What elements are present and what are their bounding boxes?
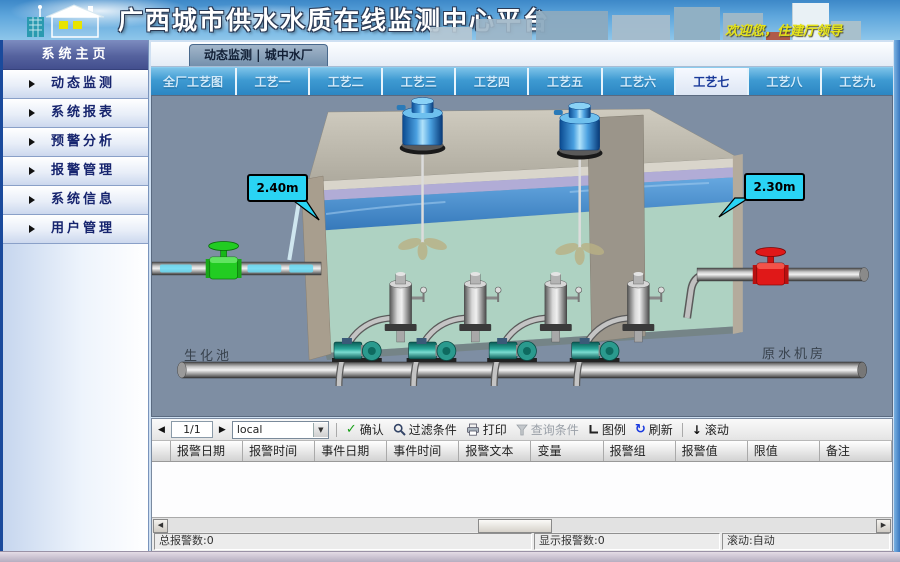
scrollbar-thumb[interactable] (478, 519, 552, 533)
process-tab-4[interactable]: 工艺四 (456, 68, 529, 95)
chevron-down-icon[interactable]: ▼ (313, 423, 328, 437)
column-limit-value[interactable]: 限值 (748, 441, 820, 461)
sidebar-home[interactable]: 系统主页 (3, 40, 148, 70)
process-tab-3[interactable]: 工艺三 (383, 68, 456, 95)
magnifier-icon (393, 423, 406, 436)
prev-page-button[interactable]: ◀ (157, 425, 166, 435)
status-shown-alarms: 显示报警数:0 (534, 533, 720, 550)
process-tab-overview[interactable]: 全厂工艺图 (151, 68, 237, 95)
refresh-button[interactable]: ↻ 刷新 (633, 421, 675, 438)
horizontal-scrollbar[interactable]: ◀ ▶ (152, 517, 892, 532)
legend-icon (588, 424, 599, 435)
column-event-time[interactable]: 事件时间 (387, 441, 459, 461)
arrow-right-icon (29, 109, 35, 117)
scroll-button[interactable]: ↓ 滚动 (690, 421, 731, 438)
sidebar-item-warning-analysis[interactable]: 预警分析 (3, 128, 148, 157)
process-tabbar: 全厂工艺图 工艺一 工艺二 工艺三 工艺四 工艺五 工艺六 工艺七 工艺八 工艺… (151, 67, 893, 95)
filter-conditions-button[interactable]: 过滤条件 (391, 421, 459, 438)
printer-icon (466, 423, 480, 436)
column-variable[interactable]: 变量 (531, 441, 603, 461)
alarm-panel: ◀ 1/1 ▶ local ▼ ✓ 确认 过滤条件 (151, 418, 893, 552)
arrow-right-icon (29, 225, 35, 233)
check-icon: ✓ (346, 422, 357, 437)
scada-scene[interactable] (152, 96, 892, 416)
app-window: 广西城市供水水质在线监测中心平台 欢迎您，住建厅领导 系统主页 动态监测 系统报… (0, 0, 900, 562)
funnel-icon (516, 424, 528, 436)
print-button[interactable]: 打印 (464, 421, 509, 438)
column-alarm-value[interactable]: 报警值 (676, 441, 748, 461)
arrow-down-icon: ↓ (692, 423, 702, 437)
biochemical-tanks (289, 109, 743, 360)
acknowledge-button[interactable]: ✓ 确认 (344, 421, 386, 438)
sidebar-item-system-reports[interactable]: 系统报表 (3, 99, 148, 128)
row-selector-column (152, 441, 171, 461)
refresh-icon: ↻ (635, 422, 646, 437)
alarm-table-body[interactable] (152, 462, 892, 517)
status-scroll-mode: 滚动:自动 (722, 533, 890, 550)
process-tab-5[interactable]: 工艺五 (529, 68, 602, 95)
process-tab-1[interactable]: 工艺一 (237, 68, 310, 95)
window-bottom-border (0, 551, 900, 562)
column-alarm-time[interactable]: 报警时间 (243, 441, 315, 461)
label-biochemical-pool: 生化池 (184, 345, 232, 364)
sidebar-item-system-info[interactable]: 系统信息 (3, 186, 148, 215)
next-page-button[interactable]: ▶ (218, 425, 227, 435)
query-conditions-button[interactable]: 查询条件 (514, 421, 581, 438)
process-tab-6[interactable]: 工艺六 (603, 68, 676, 95)
scada-view: 2.40m 2.30m 生化池 原水机房 (151, 95, 893, 417)
label-raw-water-room: 原水机房 (762, 343, 826, 362)
scroll-left-button[interactable]: ◀ (153, 519, 168, 533)
alarm-source-value: local (233, 423, 313, 436)
welcome-text: 欢迎您，住建厅领导 (725, 20, 842, 39)
column-alarm-date[interactable]: 报警日期 (171, 441, 243, 461)
alarm-toolbar: ◀ 1/1 ▶ local ▼ ✓ 确认 过滤条件 (152, 419, 892, 441)
column-alarm-text[interactable]: 报警文本 (459, 441, 531, 461)
view-tab-plant[interactable]: 动态监测 | 城中水厂 (189, 44, 328, 66)
app-header: 广西城市供水水质在线监测中心平台 欢迎您，住建厅领导 (0, 0, 900, 40)
sidebar-item-alarm-management[interactable]: 报警管理 (3, 157, 148, 186)
arrow-right-icon (29, 138, 35, 146)
column-remarks[interactable]: 备注 (820, 441, 892, 461)
arrow-right-icon (29, 167, 35, 175)
status-total-alarms: 总报警数:0 (154, 533, 532, 550)
level-readout-right: 2.30m (744, 173, 805, 201)
process-tab-9[interactable]: 工艺九 (822, 68, 893, 95)
alarm-source-select[interactable]: local ▼ (232, 421, 329, 439)
sidebar-item-dynamic-monitoring[interactable]: 动态监测 (3, 70, 148, 99)
view-tabstrip: 动态监测 | 城中水厂 (151, 42, 893, 67)
main-content: 动态监测 | 城中水厂 全厂工艺图 工艺一 工艺二 工艺三 工艺四 工艺五 工艺… (149, 40, 893, 552)
column-event-date[interactable]: 事件日期 (315, 441, 387, 461)
app-logo-icon (26, 2, 110, 39)
arrow-right-icon (29, 196, 35, 204)
scroll-right-button[interactable]: ▶ (876, 519, 891, 533)
window-right-border (894, 40, 900, 552)
sidebar: 系统主页 动态监测 系统报表 预警分析 报警管理 系统信息 (0, 40, 149, 552)
alarm-table-header: 报警日期 报警时间 事件日期 事件时间 报警文本 变量 报警组 报警值 限值 备… (152, 441, 892, 462)
alarm-statusbar: 总报警数:0 显示报警数:0 滚动:自动 (152, 532, 892, 551)
main-bottom-pipe (177, 362, 866, 378)
sidebar-item-user-management[interactable]: 用户管理 (3, 215, 148, 244)
legend-button[interactable]: 图例 (586, 421, 628, 438)
process-tab-8[interactable]: 工艺八 (749, 68, 822, 95)
level-readout-left: 2.40m (247, 174, 308, 202)
column-alarm-group[interactable]: 报警组 (604, 441, 676, 461)
arrow-right-icon (29, 80, 35, 88)
page-indicator: 1/1 (171, 421, 213, 438)
process-tab-2[interactable]: 工艺二 (310, 68, 383, 95)
process-tab-7-active[interactable]: 工艺七 (676, 68, 749, 95)
